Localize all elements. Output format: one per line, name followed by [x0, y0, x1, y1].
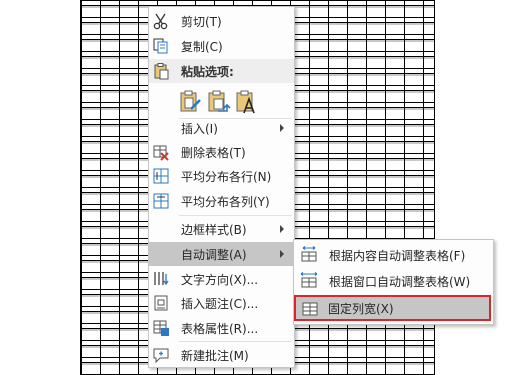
- chevron-right-icon: [280, 124, 284, 132]
- menu-item-insert-caption[interactable]: 插入题注(C)...: [149, 291, 294, 315]
- submenu-item-autofit-window[interactable]: 根据窗口自动调整表格(W): [296, 269, 493, 293]
- menu-item-label: 新建批注(M): [181, 349, 249, 363]
- submenu-item-label: 固定列宽(X): [328, 302, 394, 316]
- menu-separator: [179, 215, 292, 216]
- menu-item-label: 删除表格(T): [181, 146, 246, 160]
- autofit-contents-icon: [300, 246, 318, 264]
- menu-item-label: 平均分布各列(Y): [181, 195, 270, 209]
- menu-item-label: 自动调整(A): [181, 248, 247, 262]
- menu-item-label: 表格属性(R)...: [181, 322, 259, 336]
- fixed-column-width-icon: [301, 300, 319, 318]
- context-menu: 剪切(T) 复制(C) 粘贴选项: 插入(I) 删除表格(T) 平均分布各行(N…: [148, 6, 295, 368]
- table-properties-icon: [151, 318, 171, 338]
- menu-separator: [179, 341, 292, 342]
- menu-item-distribute-columns[interactable]: 平均分布各列(Y): [149, 189, 294, 213]
- scissors-icon: [151, 11, 171, 31]
- menu-item-label: 复制(C): [181, 40, 223, 54]
- submenu-item-fixed-column-width[interactable]: 固定列宽(X): [294, 295, 491, 321]
- copy-icon: [151, 36, 171, 56]
- menu-item-border-styles[interactable]: 边框样式(B): [149, 217, 294, 241]
- menu-item-distribute-rows[interactable]: 平均分布各行(N): [149, 164, 294, 188]
- distribute-rows-icon: [151, 166, 171, 186]
- menu-item-new-comment[interactable]: 新建批注(M): [149, 343, 294, 367]
- menu-item-text-direction[interactable]: 文字方向(X)...: [149, 267, 294, 291]
- menu-item-label: 文字方向(X)...: [181, 273, 259, 287]
- submenu-item-autofit-contents[interactable]: 根据内容自动调整表格(F): [296, 243, 493, 267]
- menu-item-label: 插入(I): [181, 122, 218, 136]
- autofit-submenu: 根据内容自动调整表格(F) 根据窗口自动调整表格(W) 固定列宽(X): [293, 239, 494, 325]
- menu-item-cut[interactable]: 剪切(T): [149, 9, 294, 33]
- paste-options-label: 粘贴选项:: [181, 65, 234, 79]
- menu-item-label: 平均分布各行(N): [181, 170, 272, 184]
- submenu-item-label: 根据窗口自动调整表格(W): [329, 275, 471, 289]
- chevron-right-icon: [280, 225, 284, 233]
- paste-text-only-icon[interactable]: [235, 87, 259, 115]
- paste-options-header: 粘贴选项:: [149, 59, 294, 83]
- menu-item-label: 边框样式(B): [181, 223, 247, 237]
- menu-item-delete-table[interactable]: 删除表格(T): [149, 140, 294, 164]
- distribute-columns-icon: [151, 191, 171, 211]
- menu-item-table-properties[interactable]: 表格属性(R)...: [149, 316, 294, 340]
- paste-merge-formatting-icon[interactable]: [207, 87, 231, 115]
- paste-keep-formatting-icon[interactable]: [179, 87, 203, 115]
- text-direction-icon: [151, 269, 171, 289]
- delete-table-icon: [151, 142, 171, 162]
- menu-item-label: 剪切(T): [181, 15, 222, 29]
- insert-caption-icon: [151, 293, 171, 313]
- comment-icon: [151, 345, 171, 365]
- clipboard-icon: [151, 61, 171, 81]
- menu-item-copy[interactable]: 复制(C): [149, 34, 294, 58]
- submenu-item-label: 根据内容自动调整表格(F): [329, 249, 466, 263]
- menu-item-autofit[interactable]: 自动调整(A): [149, 242, 294, 266]
- autofit-window-icon: [300, 272, 318, 290]
- menu-item-label: 插入题注(C)...: [181, 297, 259, 311]
- menu-item-insert[interactable]: 插入(I): [149, 116, 294, 140]
- chevron-right-icon: [280, 250, 284, 258]
